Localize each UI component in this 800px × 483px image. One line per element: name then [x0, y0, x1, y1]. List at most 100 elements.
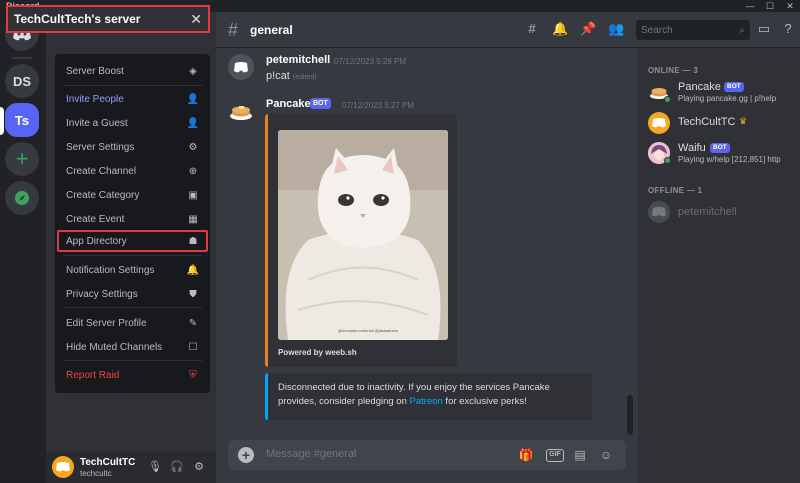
close-window-button[interactable]: ✕ — [780, 0, 800, 12]
server-ts[interactable]: Ts — [5, 103, 39, 137]
avatar[interactable] — [648, 112, 670, 134]
add-circle-icon: ⊕ — [188, 165, 198, 177]
online-header: ONLINE — 3 — [648, 66, 699, 75]
cat-image[interactable]: @meowbo.nortonial @jassadress — [278, 130, 448, 340]
calendar-plus-icon: ▦ — [188, 213, 198, 225]
member-name[interactable]: TechCultTC — [678, 116, 735, 128]
discord-logo-icon — [652, 207, 666, 217]
avatar[interactable] — [52, 456, 74, 478]
menu-item-hide-muted-channels[interactable]: Hide Muted Channels ☐ — [61, 336, 204, 358]
help-icon[interactable]: ? — [780, 21, 796, 37]
close-menu-icon[interactable]: ✕ — [190, 11, 202, 28]
search-input[interactable]: Search ⌕ — [636, 20, 750, 40]
add-guest-icon: 👤 — [186, 117, 200, 129]
avatar[interactable] — [228, 98, 254, 124]
add-server-icon: + — [15, 146, 29, 171]
message-author[interactable]: petemitchell — [266, 54, 330, 66]
emoji-icon[interactable]: ☺ — [598, 447, 614, 463]
bell-icon[interactable]: 🔔 — [552, 21, 568, 37]
gif-button[interactable]: GIF — [546, 449, 564, 462]
inbox-icon[interactable]: ▭ — [756, 21, 772, 37]
gear-icon[interactable]: ⚙ — [192, 460, 206, 474]
online-status-icon — [664, 157, 671, 164]
menu-item-app-directory[interactable]: App Directory ☗ — [57, 230, 208, 252]
member-name[interactable]: petemitchell — [678, 206, 737, 218]
server-header[interactable]: TechCultTech's server ✕ — [6, 5, 210, 33]
menu-item-notification-settings[interactable]: Notification Settings 🔔 — [61, 259, 204, 281]
message-text: p!cat (edited) — [266, 70, 317, 82]
members-icon[interactable]: 👥 — [608, 21, 624, 37]
boost-gem-icon: ◈ — [189, 65, 197, 77]
headphones-icon[interactable]: 🎧 — [170, 460, 184, 474]
chat-area: # general # 🔔 📌 👥 Search ⌕ ▭ ? petemitch… — [216, 12, 800, 483]
menu-item-edit-server-profile[interactable]: Edit Server Profile ✎ — [61, 312, 204, 334]
edited-label: (edited) — [292, 74, 317, 81]
rail-separator — [12, 57, 32, 59]
patreon-link[interactable]: Patreon — [410, 396, 443, 407]
menu-item-create-event[interactable]: Create Event ▦ — [61, 208, 204, 230]
scrollbar[interactable] — [627, 395, 633, 435]
username: TechCultTC — [80, 457, 136, 468]
menu-item-report-raid[interactable]: Report Raid ⛨ — [61, 364, 204, 386]
channel-name: general — [250, 23, 293, 37]
menu-divider — [63, 360, 202, 361]
server-dropdown-menu: Server Boost ◈ Invite People 👤 Invite a Gu… — [55, 54, 210, 393]
pin-icon[interactable]: 📌 — [580, 21, 596, 37]
image-caption: @meowbo.nortonial @jassadress — [338, 328, 398, 333]
message-composer[interactable]: + Message #general 🎁 GIF ▤ ☺ — [228, 440, 626, 470]
discord-logo-icon — [652, 118, 666, 128]
discord-logo-icon — [56, 462, 70, 472]
robot-icon: ☗ — [188, 235, 198, 247]
menu-item-invite-guest[interactable]: Invite a Guest 👤 — [61, 112, 204, 134]
menu-item-server-boost[interactable]: Server Boost ◈ — [61, 60, 204, 82]
gift-icon[interactable]: 🎁 — [518, 447, 534, 463]
explore-compass-icon — [15, 191, 29, 205]
member-name[interactable]: Pancake — [678, 81, 721, 93]
avatar[interactable] — [228, 54, 254, 80]
shield-icon: ⛊ — [189, 288, 197, 300]
message-timestamp: 07/12/2023 5:26 PM — [334, 57, 407, 66]
microphone-icon[interactable]: 🎙 — [148, 460, 162, 474]
server-name: TechCultTech's server — [14, 12, 141, 26]
discord-logo-icon — [234, 62, 248, 73]
menu-divider — [63, 85, 202, 86]
gear-icon: ⚙ — [188, 141, 198, 153]
menu-item-privacy-settings[interactable]: Privacy Settings ⛊ — [61, 283, 204, 305]
message-embed: @meowbo.nortonial @jassadress Powered by… — [265, 114, 457, 367]
message-timestamp: 07/12/2023 5:27 PM — [342, 101, 415, 110]
maximize-button[interactable]: ☐ — [760, 0, 780, 12]
menu-item-server-settings[interactable]: Server Settings ⚙ — [61, 136, 204, 158]
member-name[interactable]: Waifu — [678, 142, 706, 154]
add-attachment-icon[interactable]: + — [238, 447, 254, 463]
active-server-indicator — [0, 107, 4, 135]
menu-item-create-category[interactable]: Create Category ▣ — [61, 184, 204, 206]
server-ds[interactable]: DS — [5, 64, 39, 98]
avatar[interactable] — [648, 201, 670, 223]
message-author[interactable]: Pancake — [266, 98, 311, 110]
menu-item-invite-people[interactable]: Invite People 👤 — [61, 88, 204, 110]
threads-icon[interactable]: # — [524, 21, 540, 37]
message-input[interactable]: Message #general — [266, 448, 357, 460]
pancake-icon — [230, 106, 252, 120]
channel-hash-icon: # — [228, 20, 239, 40]
crown-icon: ♛ — [739, 116, 748, 126]
checkbox-icon: ☐ — [188, 341, 198, 353]
member-activity: Playing w/help [212,851] http — [678, 155, 781, 164]
user-panel: TechCultTC techcultc 🎙 🎧 ⚙ — [46, 452, 216, 483]
minimize-button[interactable]: — — [740, 0, 760, 12]
explore-servers-button[interactable] — [5, 181, 39, 215]
sticker-icon[interactable]: ▤ — [572, 447, 588, 463]
user-tag: techcultc — [80, 469, 112, 478]
server-rail: DS Ts + — [0, 12, 46, 483]
shield-alert-icon: ⛨ — [189, 369, 197, 381]
menu-divider — [63, 255, 202, 256]
pencil-icon: ✎ — [188, 317, 198, 329]
add-person-icon: 👤 — [186, 93, 200, 105]
inactivity-notice: Disconnected due to inactivity. If you e… — [265, 373, 592, 420]
offline-header: OFFLINE — 1 — [648, 186, 703, 195]
bot-badge: BOT — [710, 143, 730, 153]
add-server-button[interactable]: + — [5, 142, 39, 176]
member-list: ONLINE — 3 Pancake BOT Playing pancake.g… — [638, 48, 800, 483]
menu-item-create-channel[interactable]: Create Channel ⊕ — [61, 160, 204, 182]
online-status-icon — [664, 96, 671, 103]
